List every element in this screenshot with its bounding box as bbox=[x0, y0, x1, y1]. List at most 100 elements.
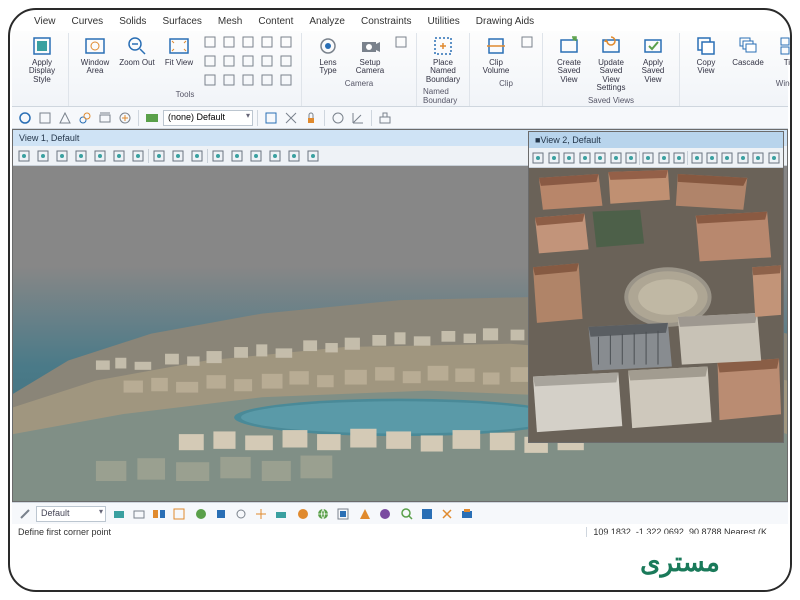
lens-type-button[interactable]: Lens Type bbox=[308, 33, 348, 78]
globe-icon[interactable] bbox=[672, 149, 686, 167]
tool-icon[interactable] bbox=[376, 505, 394, 523]
globe-icon[interactable] bbox=[188, 147, 206, 165]
tool-icon[interactable] bbox=[282, 109, 300, 127]
ribbon-small-button[interactable] bbox=[201, 52, 219, 70]
annotate-icon[interactable] bbox=[285, 147, 303, 165]
cascade-button[interactable]: Cascade bbox=[728, 33, 768, 69]
pan-icon[interactable] bbox=[110, 147, 128, 165]
tool-icon[interactable] bbox=[192, 505, 210, 523]
setup-camera-button[interactable]: Setup Camera bbox=[350, 33, 390, 78]
clip-icon[interactable] bbox=[720, 149, 734, 167]
ribbon-small-button[interactable] bbox=[220, 33, 238, 51]
ribbon-small-button[interactable] bbox=[220, 52, 238, 70]
walk-icon[interactable] bbox=[129, 147, 147, 165]
fit-view-button[interactable]: Fit View bbox=[159, 33, 199, 69]
ribbon-small-button[interactable] bbox=[239, 33, 257, 51]
tile-button[interactable]: Tile bbox=[770, 33, 792, 69]
ribbon-small-button[interactable] bbox=[277, 52, 295, 70]
ribbon-small-button[interactable] bbox=[201, 33, 219, 51]
tool-icon[interactable] bbox=[418, 505, 436, 523]
ribbon-small-button[interactable] bbox=[258, 52, 276, 70]
cube-icon[interactable] bbox=[531, 149, 545, 167]
minus-icon[interactable] bbox=[546, 149, 560, 167]
section-icon[interactable] bbox=[266, 147, 284, 165]
layers-icon[interactable] bbox=[705, 149, 719, 167]
menu-surfaces[interactable]: Surfaces bbox=[156, 14, 207, 29]
tool-icon[interactable] bbox=[110, 505, 128, 523]
ribbon-small-button[interactable] bbox=[239, 52, 257, 70]
tool-icon[interactable] bbox=[56, 109, 74, 127]
ribbon-small-button[interactable] bbox=[201, 71, 219, 89]
camera-icon[interactable] bbox=[641, 149, 655, 167]
tool-icon[interactable] bbox=[334, 505, 352, 523]
tool-icon[interactable] bbox=[272, 505, 290, 523]
magnifier-icon[interactable] bbox=[562, 149, 576, 167]
tool-icon[interactable] bbox=[96, 109, 114, 127]
apply-saved-view-button[interactable]: Apply Saved View bbox=[633, 33, 673, 86]
menu-curves[interactable]: Curves bbox=[66, 14, 110, 29]
tool-icon[interactable] bbox=[252, 505, 270, 523]
rotate-icon[interactable] bbox=[91, 147, 109, 165]
view-2-canvas[interactable] bbox=[529, 168, 783, 442]
pan-icon[interactable] bbox=[608, 149, 622, 167]
tool-icon[interactable] bbox=[329, 109, 347, 127]
layers-icon[interactable] bbox=[228, 147, 246, 165]
menu-content[interactable]: Content bbox=[252, 14, 299, 29]
grid-icon[interactable] bbox=[689, 149, 703, 167]
apply-display-style-button[interactable]: Apply Display Style bbox=[22, 33, 62, 86]
tool-icon[interactable] bbox=[262, 109, 280, 127]
tool-icon[interactable] bbox=[116, 109, 134, 127]
ribbon-small-button[interactable] bbox=[277, 71, 295, 89]
ribbon-small-button[interactable] bbox=[277, 33, 295, 51]
menu-analyze[interactable]: Analyze bbox=[303, 14, 351, 29]
angle-icon[interactable] bbox=[349, 109, 367, 127]
ribbon-small-button[interactable] bbox=[258, 71, 276, 89]
tool-icon[interactable] bbox=[376, 109, 394, 127]
clip-volume-button[interactable]: Clip Volume bbox=[476, 33, 516, 78]
minus-icon[interactable] bbox=[34, 147, 52, 165]
camera-icon[interactable] bbox=[150, 147, 168, 165]
update-saved-view-settings-button[interactable]: Update Saved View Settings bbox=[591, 33, 631, 95]
annotate-icon[interactable] bbox=[751, 149, 765, 167]
tool-icon[interactable] bbox=[458, 505, 476, 523]
tool-icon[interactable] bbox=[150, 505, 168, 523]
measure-icon[interactable] bbox=[767, 149, 781, 167]
menu-utilities[interactable]: Utilities bbox=[422, 14, 466, 29]
tool-icon[interactable] bbox=[16, 109, 34, 127]
fit-icon[interactable] bbox=[72, 147, 90, 165]
tool-icon[interactable] bbox=[143, 109, 161, 127]
view-2-titlebar[interactable]: ■ View 2, Default bbox=[529, 132, 783, 148]
tool-icon[interactable] bbox=[36, 109, 54, 127]
menu-constraints[interactable]: Constraints bbox=[355, 14, 418, 29]
status-level-select[interactable]: Default bbox=[36, 506, 106, 522]
tool-icon[interactable] bbox=[130, 505, 148, 523]
create-saved-view-button[interactable]: Create Saved View bbox=[549, 33, 589, 86]
tool-icon[interactable] bbox=[212, 505, 230, 523]
tool-icon[interactable] bbox=[294, 505, 312, 523]
rotate-icon[interactable] bbox=[593, 149, 607, 167]
grid-icon[interactable] bbox=[209, 147, 227, 165]
ribbon-small-button[interactable] bbox=[392, 33, 410, 51]
render-icon[interactable] bbox=[169, 147, 187, 165]
copy-view-button[interactable]: Copy View bbox=[686, 33, 726, 78]
menu-mesh[interactable]: Mesh bbox=[212, 14, 248, 29]
magnifier-icon[interactable] bbox=[53, 147, 71, 165]
globe-icon[interactable] bbox=[314, 505, 332, 523]
ribbon-small-button[interactable] bbox=[518, 33, 536, 51]
measure-icon[interactable] bbox=[304, 147, 322, 165]
menu-view[interactable]: View bbox=[28, 14, 62, 29]
render-icon[interactable] bbox=[657, 149, 671, 167]
walk-icon[interactable] bbox=[624, 149, 638, 167]
clip-icon[interactable] bbox=[247, 147, 265, 165]
search-icon[interactable] bbox=[398, 505, 416, 523]
menu-solids[interactable]: Solids bbox=[113, 14, 152, 29]
tool-icon[interactable] bbox=[438, 505, 456, 523]
place-named-boundary-button[interactable]: Place Named Boundary bbox=[423, 33, 463, 86]
ribbon-small-button[interactable] bbox=[239, 71, 257, 89]
level-selector[interactable]: (none) Default bbox=[163, 110, 253, 126]
window-area-button[interactable]: Window Area bbox=[75, 33, 115, 78]
fit-icon[interactable] bbox=[577, 149, 591, 167]
lock-icon[interactable] bbox=[302, 109, 320, 127]
ribbon-small-button[interactable] bbox=[220, 71, 238, 89]
tool-icon[interactable] bbox=[16, 505, 34, 523]
